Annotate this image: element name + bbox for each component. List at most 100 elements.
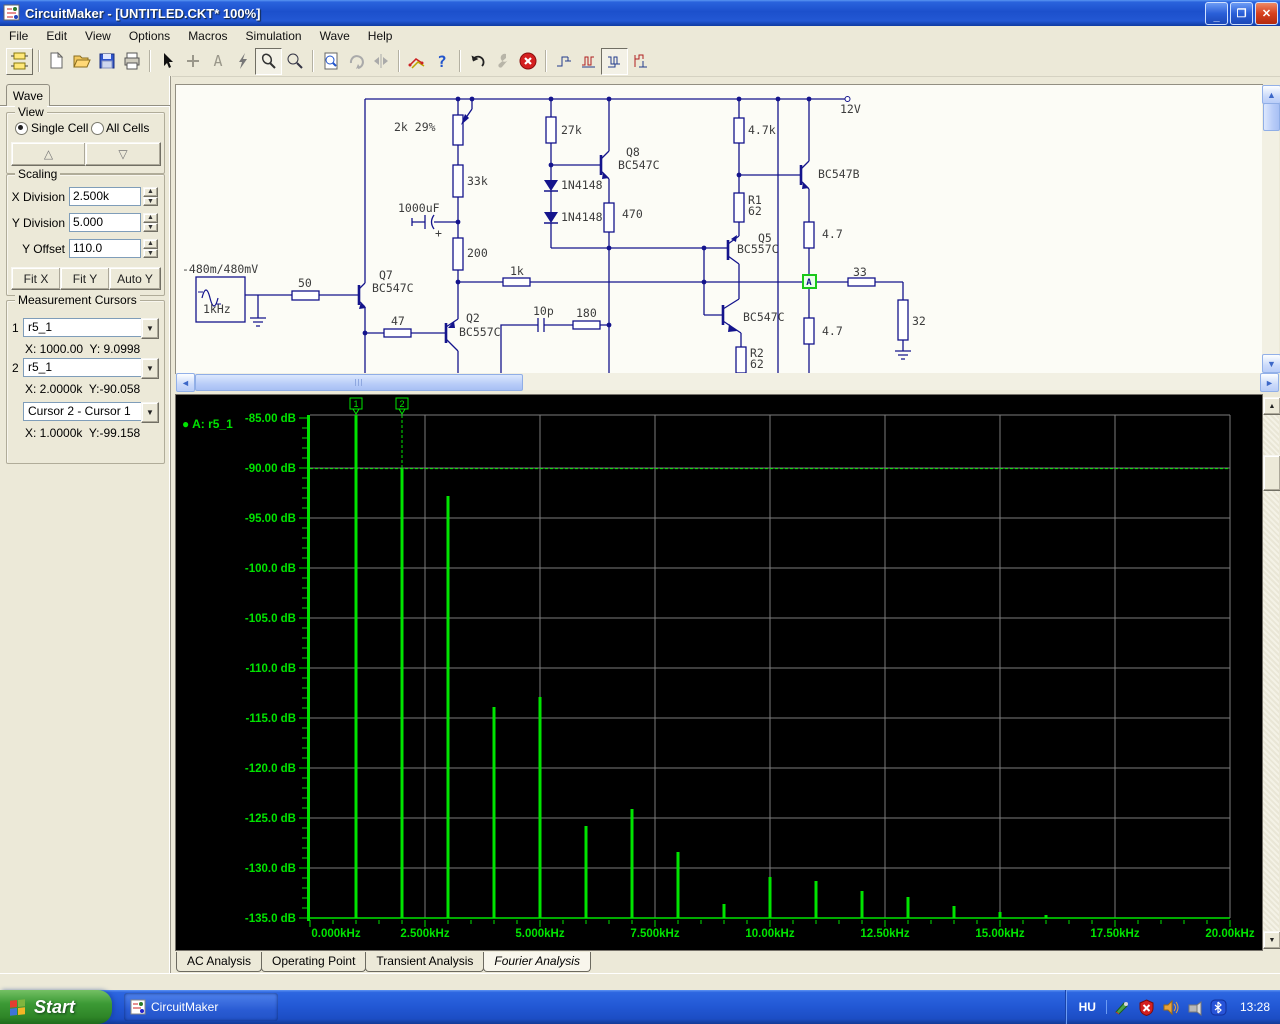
scope-mixed-icon bbox=[634, 54, 647, 68]
open-button[interactable] bbox=[69, 49, 94, 74]
status-strip bbox=[0, 973, 1280, 991]
bluetooth-icon[interactable] bbox=[1210, 999, 1227, 1016]
hscroll-thumb[interactable] bbox=[195, 374, 523, 391]
plot-scroll-thumb[interactable] bbox=[1263, 455, 1280, 491]
page-preview-button[interactable] bbox=[318, 49, 343, 74]
undo-button[interactable] bbox=[465, 49, 490, 74]
menu-macros[interactable]: Macros bbox=[179, 27, 236, 45]
schematic-vscrollbar[interactable]: ▲ ▼ bbox=[1262, 85, 1280, 373]
flip-button[interactable] bbox=[368, 49, 393, 74]
vscroll-thumb[interactable] bbox=[1263, 103, 1280, 131]
new-icon bbox=[50, 51, 63, 69]
fit-x-button[interactable]: Fit X bbox=[11, 267, 61, 290]
cursor-tool-button[interactable] bbox=[155, 49, 180, 74]
scroll-down-icon[interactable]: ▼ bbox=[1263, 931, 1280, 949]
rotate-button[interactable] bbox=[343, 49, 368, 74]
new-button[interactable] bbox=[44, 49, 69, 74]
menu-wave[interactable]: Wave bbox=[311, 27, 359, 45]
scroll-down-icon[interactable]: ▼ bbox=[1262, 354, 1280, 373]
menu-view[interactable]: View bbox=[76, 27, 120, 45]
svg-text:12.50kHz: 12.50kHz bbox=[860, 928, 909, 940]
svg-text:47: 47 bbox=[391, 314, 405, 328]
waveform-plot[interactable]: ● A: r5_1 1 2 -85.00 dB -90.00 dB -95.00 dB -… bbox=[175, 394, 1263, 951]
svg-text:10p: 10p bbox=[533, 304, 554, 318]
x-division-field[interactable] bbox=[69, 187, 141, 206]
start-label: Start bbox=[34, 996, 76, 1017]
text-tool-button[interactable]: A bbox=[205, 49, 230, 74]
place-part-button[interactable] bbox=[180, 49, 205, 74]
scroll-up-icon[interactable]: ▲ bbox=[1263, 397, 1280, 415]
cell-down-button[interactable]: ▽ bbox=[85, 142, 161, 166]
cursor1-readout: X: 1000.00 Y: 9.0998 bbox=[25, 342, 141, 356]
chevron-down-icon[interactable]: ▼ bbox=[141, 358, 159, 379]
schematic-canvas[interactable]: -480m/480mV 1kHz 50 Q7 BC547C 47 Q2 BC557C 2k 29… bbox=[175, 84, 1263, 374]
cursor-delta-select[interactable]: Cursor 2 - Cursor 1 ▼ bbox=[23, 402, 159, 423]
zoom-tool-button[interactable] bbox=[282, 49, 307, 74]
svg-text:-480m/480mV: -480m/480mV bbox=[182, 262, 258, 276]
view-group-title: View bbox=[15, 105, 47, 119]
taskbar-item-circuitmaker[interactable]: CircuitMaker bbox=[124, 993, 278, 1021]
spinner-down-icon[interactable]: ▼ bbox=[143, 222, 158, 232]
tab-transient-analysis[interactable]: Transient Analysis bbox=[365, 952, 485, 972]
spinner-down-icon[interactable]: ▼ bbox=[143, 196, 158, 206]
mixed-scope-button[interactable] bbox=[601, 47, 628, 75]
menu-options[interactable]: Options bbox=[120, 27, 179, 45]
wire-edit-button[interactable] bbox=[404, 49, 429, 74]
start-button[interactable]: Start bbox=[0, 990, 112, 1024]
scroll-right-icon[interactable]: ► bbox=[1260, 373, 1279, 392]
parts-bin-button[interactable] bbox=[6, 47, 33, 75]
security-alert-icon[interactable] bbox=[1138, 998, 1155, 1016]
y-offset-spinner[interactable]: ▲ ▼ bbox=[143, 239, 158, 258]
menu-simulation[interactable]: Simulation bbox=[237, 27, 311, 45]
stop-simulation-button[interactable] bbox=[515, 49, 540, 74]
chevron-down-icon[interactable]: ▼ bbox=[141, 402, 159, 423]
chevron-down-icon[interactable]: ▼ bbox=[141, 318, 159, 339]
fit-y-button[interactable]: Fit Y bbox=[60, 267, 110, 290]
language-indicator[interactable]: HU bbox=[1079, 1000, 1107, 1014]
single-cell-radio[interactable] bbox=[15, 122, 28, 135]
y-offset-field[interactable] bbox=[69, 239, 141, 258]
auto-y-button[interactable]: Auto Y bbox=[109, 267, 161, 290]
tab-operating-point[interactable]: Operating Point bbox=[261, 952, 367, 972]
simulate-button[interactable] bbox=[230, 49, 255, 74]
save-button[interactable] bbox=[94, 49, 119, 74]
spinner-up-icon[interactable]: ▲ bbox=[143, 213, 158, 223]
tab-fourier-analysis[interactable]: Fourier Analysis bbox=[483, 952, 591, 972]
cursor2-readout: X: 2.0000k Y:-90.058 bbox=[25, 382, 141, 396]
cursor1-signal-select[interactable]: r5_1 ▼ bbox=[23, 318, 159, 339]
removable-device-icon[interactable] bbox=[1186, 999, 1203, 1016]
spinner-up-icon[interactable]: ▲ bbox=[143, 239, 158, 249]
menu-edit[interactable]: Edit bbox=[37, 27, 76, 45]
restore-button[interactable]: ❐ bbox=[1230, 1, 1253, 25]
window-title: CircuitMaker - [UNTITLED.CKT* 100%] bbox=[25, 5, 261, 21]
logic-analyzer-button[interactable] bbox=[628, 49, 653, 74]
print-button[interactable] bbox=[119, 49, 144, 74]
y-division-field[interactable] bbox=[69, 213, 141, 232]
x-division-spinner[interactable]: ▲ ▼ bbox=[143, 187, 158, 206]
tab-wave[interactable]: Wave bbox=[6, 84, 50, 106]
tab-ac-analysis[interactable]: AC Analysis bbox=[176, 952, 263, 972]
menu-help[interactable]: Help bbox=[359, 27, 402, 45]
taskbar: Start CircuitMaker HU 13:28 bbox=[0, 990, 1280, 1024]
pen-tablet-icon[interactable] bbox=[1114, 999, 1131, 1016]
probe-tool-button[interactable] bbox=[255, 47, 282, 75]
plot-scrollbar[interactable]: ▲ ▼ bbox=[1263, 397, 1280, 949]
scroll-up-icon[interactable]: ▲ bbox=[1262, 85, 1280, 104]
spinner-up-icon[interactable]: ▲ bbox=[143, 187, 158, 197]
minimize-button[interactable]: _ bbox=[1205, 1, 1228, 25]
all-cells-radio[interactable] bbox=[91, 122, 104, 135]
setup-button[interactable] bbox=[490, 49, 515, 74]
scroll-left-icon[interactable]: ◄ bbox=[176, 373, 195, 392]
schematic-hscrollbar[interactable]: ◄ ► bbox=[176, 373, 1279, 392]
y-division-spinner[interactable]: ▲ ▼ bbox=[143, 213, 158, 232]
help-button[interactable]: ? bbox=[429, 49, 454, 74]
digital-scope-button[interactable] bbox=[551, 49, 576, 74]
cell-up-button[interactable]: △ bbox=[11, 142, 86, 166]
analog-scope-button[interactable] bbox=[576, 49, 601, 74]
spinner-down-icon[interactable]: ▼ bbox=[143, 248, 158, 258]
menu-file[interactable]: File bbox=[0, 27, 37, 45]
cursor2-signal-select[interactable]: r5_1 ▼ bbox=[23, 358, 159, 379]
x-division-label: X Division bbox=[11, 190, 65, 204]
volume-icon[interactable] bbox=[1162, 999, 1179, 1016]
close-button[interactable]: ✕ bbox=[1255, 1, 1278, 25]
